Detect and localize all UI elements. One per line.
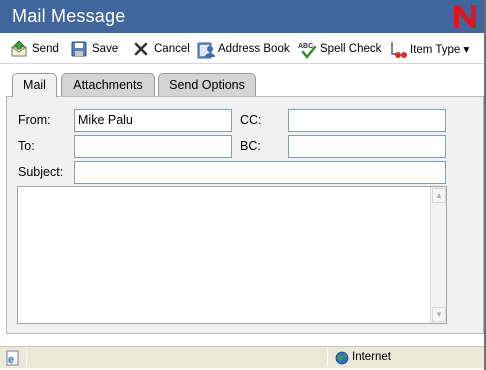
to-field[interactable] bbox=[74, 135, 232, 158]
cc-field[interactable] bbox=[288, 109, 446, 132]
security-zone-label: Internet bbox=[352, 351, 391, 363]
novell-logo bbox=[454, 5, 476, 28]
page-icon: e bbox=[5, 350, 21, 366]
tab-strip: Send Options Attachments Mail bbox=[0, 64, 484, 97]
bc-label: BC: bbox=[240, 139, 261, 153]
address-book-icon bbox=[196, 40, 215, 59]
item-type-dropdown[interactable]: Item Type ▾ bbox=[388, 39, 469, 59]
subject-label: Subject: bbox=[18, 165, 64, 179]
send-label: Send bbox=[32, 43, 59, 55]
scroll-down-icon[interactable]: ▼ bbox=[432, 307, 446, 322]
tab-send-options[interactable]: Send Options bbox=[158, 73, 256, 96]
toolbar: Send Save Cancel Address Book ABC Spell … bbox=[0, 33, 484, 64]
cancel-label: Cancel bbox=[154, 43, 190, 55]
save-icon bbox=[70, 40, 88, 58]
save-label: Save bbox=[92, 43, 119, 55]
to-label: To: bbox=[18, 139, 35, 153]
spell-check-icon: ABC bbox=[298, 40, 317, 59]
cancel-button[interactable]: Cancel bbox=[132, 39, 190, 59]
cancel-icon bbox=[132, 40, 150, 58]
svg-text:ABC: ABC bbox=[298, 43, 313, 50]
item-type-icon bbox=[388, 40, 407, 58]
bc-field[interactable] bbox=[288, 135, 446, 158]
subject-field[interactable] bbox=[74, 161, 446, 184]
address-book-button[interactable]: Address Book bbox=[196, 39, 290, 59]
globe-icon bbox=[335, 351, 349, 365]
send-icon bbox=[10, 40, 28, 58]
status-divider bbox=[327, 350, 328, 366]
cc-label: CC: bbox=[240, 113, 262, 127]
svg-text:e: e bbox=[8, 354, 14, 366]
window-title: Mail Message bbox=[12, 6, 126, 26]
spell-check-label: Spell Check bbox=[320, 43, 382, 55]
address-book-label: Address Book bbox=[218, 43, 290, 55]
item-type-label: Item Type ▾ bbox=[410, 44, 470, 56]
save-button[interactable]: Save bbox=[70, 39, 118, 59]
tab-mail[interactable]: Mail bbox=[12, 73, 57, 97]
status-divider bbox=[26, 350, 27, 366]
title-bar: Mail Message bbox=[0, 0, 484, 33]
scroll-up-icon[interactable]: ▲ bbox=[432, 188, 446, 203]
spell-check-button[interactable]: ABC Spell Check bbox=[298, 39, 381, 59]
send-button[interactable]: Send bbox=[10, 39, 59, 59]
vertical-scrollbar[interactable]: ▲ ▼ bbox=[430, 187, 446, 323]
message-body-field[interactable]: ▲ ▼ bbox=[17, 186, 447, 324]
tab-attachments[interactable]: Attachments bbox=[61, 73, 155, 96]
status-bar: e Internet bbox=[0, 346, 484, 368]
from-label: From: bbox=[18, 113, 51, 127]
from-field[interactable]: Mike Palu bbox=[74, 109, 232, 132]
